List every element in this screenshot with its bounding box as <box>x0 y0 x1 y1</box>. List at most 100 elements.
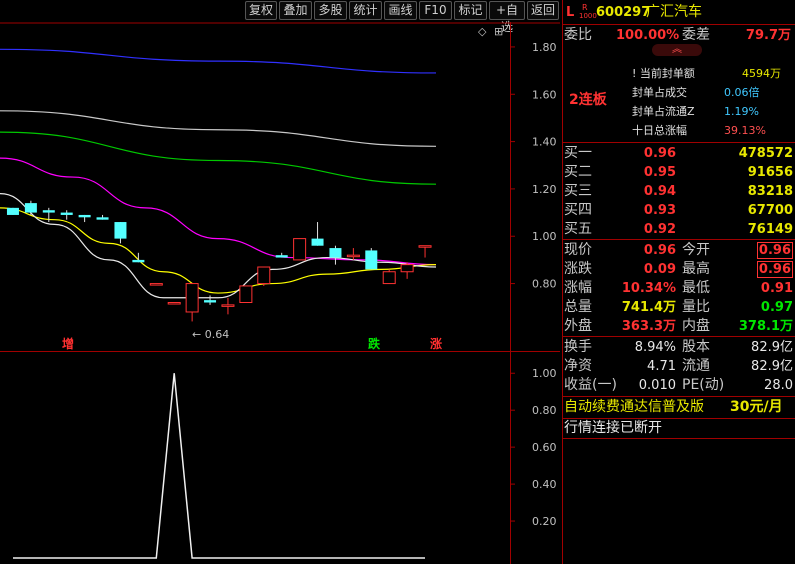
limit-up-line: 封单占流通Z 1.19% <box>562 102 795 121</box>
fundamental-value: 8.94% <box>634 340 676 355</box>
candle <box>221 297 235 315</box>
quote-value: 0.09 <box>643 262 676 277</box>
bid-volume: 83218 <box>747 184 793 199</box>
quote-row: 涨跌 0.09 最高 0.96 <box>562 260 795 279</box>
price-tick-label: 1.20 <box>532 183 557 196</box>
candle <box>275 252 288 258</box>
bid-label: 买四 <box>564 202 592 218</box>
ma-line <box>0 193 437 299</box>
quote-value: 0.96 <box>757 261 793 278</box>
indicator-axis: 1.00 0.80 0.60 0.40 0.20 <box>510 367 557 528</box>
candle <box>149 283 163 286</box>
quote-label: 最低 <box>682 280 710 296</box>
fundamental-row: 换手 8.94% 股本 82.9亿 <box>562 338 795 357</box>
candle <box>114 222 127 244</box>
add-watchlist-button[interactable]: +自选 <box>489 1 525 34</box>
quote-value: 741.4万 <box>621 300 676 315</box>
bid-price: 0.93 <box>643 203 676 218</box>
fundamental-value: 28.0 <box>764 378 793 393</box>
quote-label: 量比 <box>682 299 710 315</box>
quote-value: 0.97 <box>760 300 793 315</box>
quote-label: 涨跌 <box>564 261 592 277</box>
quote-value: 0.96 <box>757 242 793 259</box>
quote-label: 今开 <box>682 242 710 258</box>
candle <box>24 200 37 215</box>
indicator-chart[interactable]: 1.00 0.80 0.60 0.40 0.20 <box>0 352 560 564</box>
fundamental-row: 收益(一) 0.010 PE(动) 28.0 <box>562 376 795 395</box>
bid-volume: 478572 <box>738 146 793 161</box>
price-tick-label: 1.80 <box>532 41 557 54</box>
fundamental-label: 净资 <box>564 358 592 374</box>
low-price-annotation: ← 0.64 <box>192 328 229 341</box>
limit-up-value: 0.06倍 <box>724 86 760 99</box>
quote-value: 0.96 <box>643 243 676 258</box>
market-flag: L <box>566 5 575 20</box>
signal-marker: 涨 <box>430 336 442 351</box>
candle <box>382 269 396 285</box>
overlay-button[interactable]: 叠加 <box>279 1 312 20</box>
ma-line <box>0 110 437 147</box>
candle <box>78 214 91 223</box>
bid-label: 买一 <box>564 145 592 161</box>
candle <box>293 238 307 261</box>
bid-price: 0.96 <box>643 146 676 161</box>
quote-row: 总量 741.4万 量比 0.97 <box>562 298 795 317</box>
multi-stock-button[interactable]: 多股 <box>314 1 347 20</box>
fundamental-value: 82.9亿 <box>751 359 793 374</box>
bid-volume: 67700 <box>747 203 793 218</box>
quote-value: 363.3万 <box>621 319 676 334</box>
limit-up-label: 封单占成交 <box>632 86 687 99</box>
quote-row: 现价 0.96 今开 0.96 <box>562 241 795 260</box>
statistics-button[interactable]: 统计 <box>349 1 382 20</box>
double-chevron-up-icon: ︽ <box>672 44 682 55</box>
candle <box>346 248 360 260</box>
fundamental-row: 净资 4.71 流通 82.9亿 <box>562 357 795 376</box>
fuquan-button[interactable]: 复权 <box>245 1 277 20</box>
candlestick-chart[interactable]: ◇ ⊞ 1.80 1.60 1.40 1.20 1.00 0.80 增 跌 涨 ← 0.64 <box>0 22 560 352</box>
quote-label: 最高 <box>682 261 710 277</box>
candles <box>6 200 432 322</box>
fundamental-label: 股本 <box>682 339 710 355</box>
quote-row: 涨幅 10.34% 最低 0.91 <box>562 279 795 298</box>
limit-up-label: 十日总涨幅 <box>632 124 687 137</box>
fundamental-label: PE(动) <box>682 377 725 393</box>
quote-value: 0.91 <box>760 281 793 296</box>
f10-button[interactable]: F10 <box>419 1 452 20</box>
candle <box>329 245 342 265</box>
expand-icon[interactable]: ⊞ <box>494 25 503 38</box>
limit-up-value: 4594万 <box>742 67 781 80</box>
bid-volume: 91656 <box>747 165 793 180</box>
candle <box>6 207 19 215</box>
bid-row: 买三 0.94 83218 <box>562 182 795 201</box>
price-tick-label: 0.80 <box>532 278 557 291</box>
bid-volume: 76149 <box>747 222 793 237</box>
ma-line <box>0 157 437 266</box>
bid-row: 买二 0.95 91656 <box>562 163 795 182</box>
bid-price: 0.95 <box>643 165 676 180</box>
signal-markers: 增跌涨 <box>62 336 442 351</box>
price-axis: 1.80 1.60 1.40 1.20 1.00 0.80 <box>510 41 557 291</box>
fundamental-value: 4.71 <box>647 359 676 374</box>
fundamental-label: 换手 <box>564 339 592 355</box>
back-button[interactable]: 返回 <box>527 1 559 20</box>
quote-panel: L R 1000 600297 广汇汽车 委比 100.00% 委差 79.7万… <box>562 0 795 564</box>
collapse-toggle[interactable]: ︽ <box>652 44 702 56</box>
candle <box>400 262 414 279</box>
limit-up-value: 39.13% <box>724 124 766 137</box>
quote-value: 10.34% <box>621 281 676 296</box>
candle <box>418 245 432 258</box>
bid-label: 买五 <box>564 221 592 237</box>
signal-marker: 增 <box>62 336 74 351</box>
diamond-icon[interactable]: ◇ <box>478 25 487 38</box>
limit-up-label: ! 当前封单额 <box>632 67 695 80</box>
subscription-promo[interactable]: 自动续费通达信普及版 30元/月 <box>562 398 795 417</box>
mark-button[interactable]: 标记 <box>454 1 487 20</box>
fundamental-label: 流通 <box>682 358 710 374</box>
indicator-tick-label: 1.00 <box>532 367 557 380</box>
price-tick-label: 1.00 <box>532 230 557 243</box>
connection-status: 行情连接已断开 <box>564 420 662 436</box>
fundamental-label: 收益(一) <box>564 377 617 393</box>
draw-line-button[interactable]: 画线 <box>384 1 417 20</box>
limit-up-line: 十日总涨幅 39.13% <box>562 121 795 140</box>
quote-label: 现价 <box>564 242 592 258</box>
